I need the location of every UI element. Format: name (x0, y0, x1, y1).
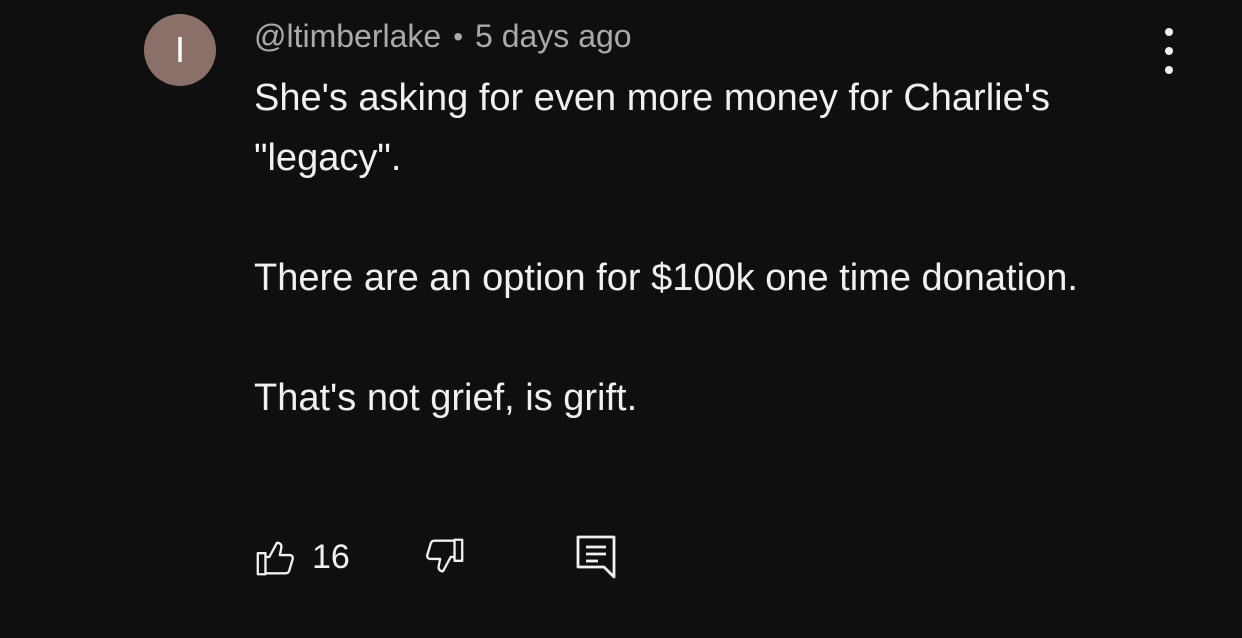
meta-separator: • (453, 20, 464, 52)
comment-paragraph: That's not grief, is grift. (254, 377, 638, 419)
comment-actions: 16 (252, 532, 620, 582)
more-vertical-icon (1165, 28, 1173, 36)
username[interactable]: @ltimberlake (254, 18, 441, 55)
avatar[interactable]: I (144, 14, 216, 86)
comment-text: She's asking for even more money for Cha… (254, 68, 1134, 428)
more-vertical-icon (1165, 47, 1173, 55)
more-options-button[interactable] (1152, 28, 1186, 74)
more-vertical-icon (1165, 66, 1173, 74)
reply-comment-icon (576, 535, 616, 579)
reply-button[interactable] (572, 533, 620, 581)
like-button[interactable] (252, 533, 300, 581)
comment-header: @ltimberlake • 5 days ago (254, 18, 632, 55)
timestamp[interactable]: 5 days ago (475, 18, 632, 55)
comment-paragraph: There are an option for $100k one time d… (254, 257, 1078, 299)
like-count: 16 (312, 537, 350, 576)
thumbs-down-icon (425, 538, 464, 573)
dislike-button[interactable] (420, 533, 468, 581)
thumbs-up-icon (256, 541, 294, 576)
comment-paragraph: She's asking for even more money for Cha… (254, 77, 1050, 179)
comment-item: I @ltimberlake • 5 days ago She's asking… (0, 0, 1242, 638)
avatar-letter: I (174, 29, 185, 70)
